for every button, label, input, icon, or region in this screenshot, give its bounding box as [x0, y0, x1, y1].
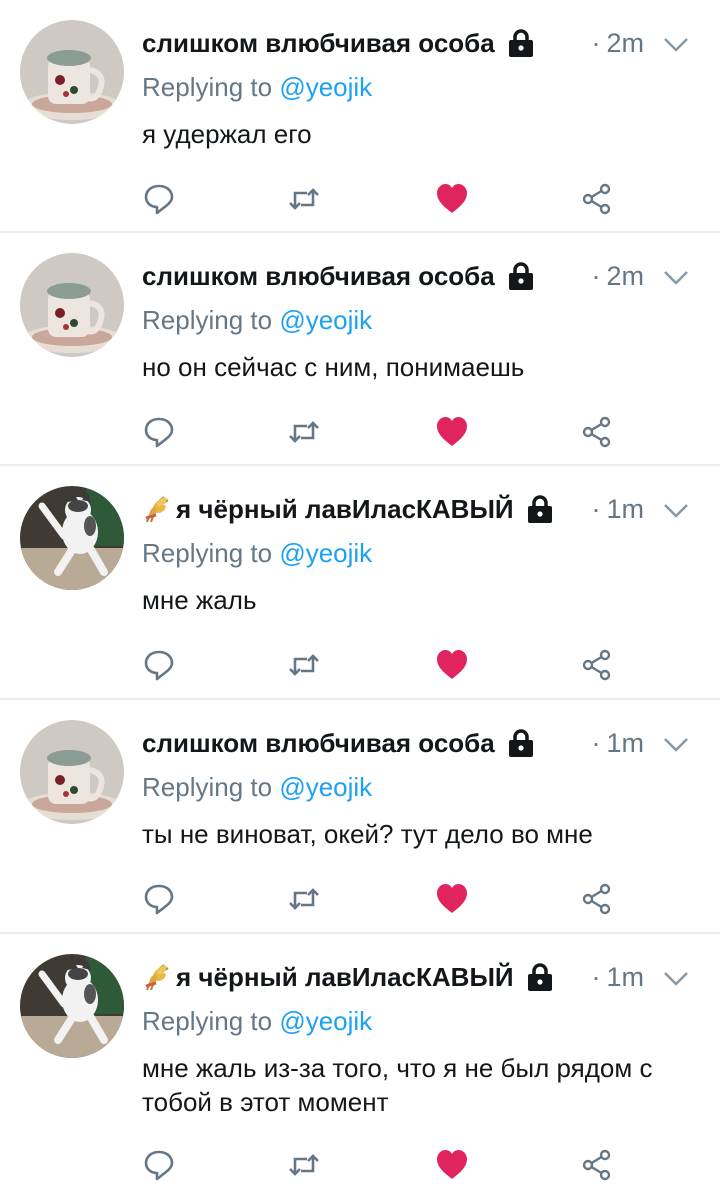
retweet-button[interactable]	[287, 648, 321, 682]
chevron-down-icon[interactable]	[662, 736, 690, 754]
reply-button[interactable]	[142, 882, 176, 916]
share-icon	[582, 1149, 611, 1181]
lock-icon	[508, 29, 533, 57]
tweet[interactable]: я чёрный лавИласКАВЫЙ · 1m Replying to @y…	[0, 934, 720, 1196]
replying-to: Replying to @yeojik	[142, 1006, 373, 1036]
reply-handle-link[interactable]: @yeojik	[279, 538, 372, 568]
heart-icon	[437, 417, 467, 446]
timestamp[interactable]: · 2m	[591, 261, 644, 292]
reply-icon	[144, 884, 174, 915]
retweet-button[interactable]	[287, 882, 321, 916]
heart-icon	[437, 1150, 467, 1179]
share-button[interactable]	[580, 415, 614, 449]
chevron-down-icon[interactable]	[662, 269, 690, 287]
reply-handle-link[interactable]: @yeojik	[279, 72, 372, 102]
timestamp[interactable]: · 1m	[591, 962, 644, 993]
timestamp[interactable]: · 2m	[591, 28, 644, 59]
reply-button[interactable]	[142, 182, 176, 216]
retweet-button[interactable]	[287, 415, 321, 449]
reply-handle-link[interactable]: @yeojik	[279, 1006, 372, 1036]
share-button[interactable]	[580, 1148, 614, 1182]
heart-icon	[437, 884, 467, 913]
reply-handle-link[interactable]: @yeojik	[279, 305, 372, 335]
display-name[interactable]: слишком влюбчивая особа	[142, 261, 495, 292]
lock-icon	[527, 963, 552, 991]
reply-icon	[144, 650, 174, 681]
reply-icon	[144, 184, 174, 215]
lock-icon	[527, 495, 552, 523]
sheaf-of-rice-icon	[145, 964, 169, 991]
share-icon	[582, 416, 611, 448]
avatar[interactable]	[20, 486, 124, 590]
display-name[interactable]: я чёрный лавИласКАВЫЙ	[176, 494, 514, 525]
tweet-actions	[0, 182, 720, 222]
tweet-text: я удержал его	[142, 119, 312, 149]
lock-icon	[508, 729, 533, 757]
retweet-icon	[289, 188, 319, 210]
chevron-down-icon[interactable]	[662, 970, 690, 988]
like-button[interactable]	[435, 648, 469, 682]
retweet-icon	[289, 1154, 319, 1176]
display-name[interactable]: слишком влюбчивая особа	[142, 728, 495, 759]
retweet-icon	[289, 421, 319, 443]
tweet[interactable]: слишком влюбчивая особа · 1m Replying to …	[0, 700, 720, 934]
like-button[interactable]	[435, 415, 469, 449]
tweet-actions	[0, 1148, 720, 1188]
tweet-text: но он сейчас с ним, понимаешь	[142, 352, 525, 382]
tweet-text: мне жаль	[142, 585, 257, 615]
share-button[interactable]	[580, 648, 614, 682]
like-button[interactable]	[435, 1148, 469, 1182]
share-icon	[582, 649, 611, 681]
tweet[interactable]: я чёрный лавИласКАВЫЙ · 1m Replying to @y…	[0, 466, 720, 700]
like-button[interactable]	[435, 882, 469, 916]
reply-button[interactable]	[142, 1148, 176, 1182]
lock-icon	[508, 262, 533, 290]
reply-icon	[144, 417, 174, 448]
tweet-actions	[0, 882, 720, 922]
timestamp[interactable]: · 1m	[591, 728, 644, 759]
share-button[interactable]	[580, 182, 614, 216]
reply-button[interactable]	[142, 648, 176, 682]
timestamp[interactable]: · 1m	[591, 494, 644, 525]
tweet[interactable]: слишком влюбчивая особа · 2m Replying to …	[0, 233, 720, 466]
tweet-text: мне жаль из-за того, что я не был рядом …	[142, 1053, 653, 1117]
reply-button[interactable]	[142, 415, 176, 449]
reply-handle-link[interactable]: @yeojik	[279, 772, 372, 802]
heart-icon	[437, 184, 467, 213]
replying-to: Replying to @yeojik	[142, 305, 373, 335]
like-button[interactable]	[435, 182, 469, 216]
avatar[interactable]	[20, 20, 124, 124]
retweet-button[interactable]	[287, 182, 321, 216]
retweet-icon	[289, 654, 319, 676]
retweet-button[interactable]	[287, 1148, 321, 1182]
retweet-icon	[289, 888, 319, 910]
avatar[interactable]	[20, 720, 124, 824]
replying-to: Replying to @yeojik	[142, 538, 373, 568]
avatar[interactable]	[20, 253, 124, 357]
display-name[interactable]: я чёрный лавИласКАВЫЙ	[176, 962, 514, 993]
sheaf-of-rice-icon	[145, 496, 169, 523]
tweet-text: ты не виноват, окей? тут дело во мне	[142, 819, 593, 849]
heart-icon	[437, 650, 467, 679]
reply-icon	[144, 1150, 174, 1181]
chevron-down-icon[interactable]	[662, 36, 690, 54]
tweet-actions	[0, 648, 720, 688]
share-icon	[582, 883, 611, 915]
chevron-down-icon[interactable]	[662, 502, 690, 520]
share-button[interactable]	[580, 882, 614, 916]
share-icon	[582, 183, 611, 215]
tweet-actions	[0, 415, 720, 455]
tweet[interactable]: слишком влюбчивая особа · 2m Replying to …	[0, 0, 720, 233]
avatar[interactable]	[20, 954, 124, 1058]
display-name[interactable]: слишком влюбчивая особа	[142, 28, 495, 59]
replying-to: Replying to @yeojik	[142, 72, 373, 102]
replying-to: Replying to @yeojik	[142, 772, 373, 802]
